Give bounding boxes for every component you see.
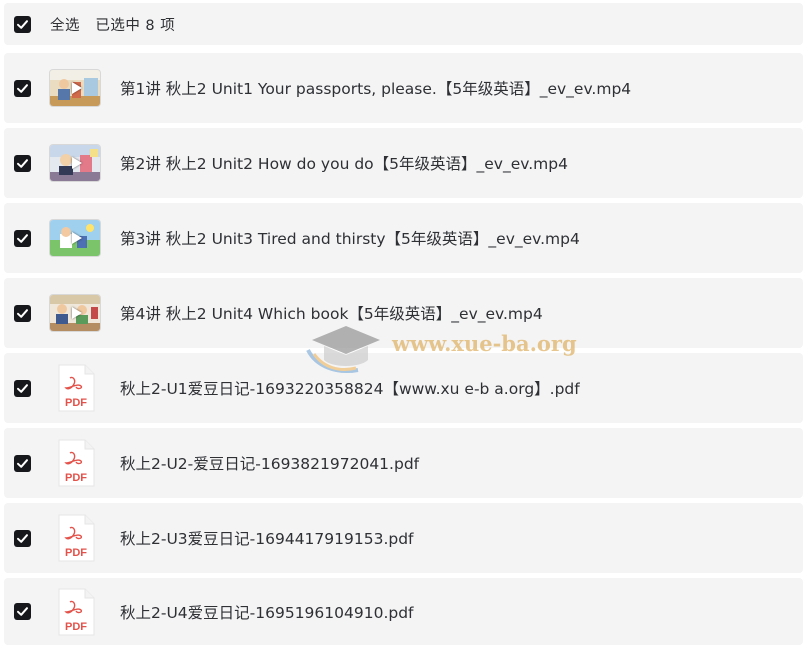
pdf-icon-label: PDF <box>65 472 87 484</box>
play-icon <box>72 307 82 319</box>
selection-summary: 全选 已选中 8 项 <box>50 14 175 35</box>
file-checkbox[interactable] <box>14 379 31 397</box>
file-checkbox[interactable] <box>14 454 31 472</box>
pdf-icon-label: PDF <box>65 621 87 633</box>
file-row-pdf[interactable]: PDF 秋上2-U1爱豆日记-1693220358824【www.xu e-b … <box>4 353 803 423</box>
select-all-checkbox[interactable] <box>14 15 31 33</box>
pdf-file-icon: PDF <box>58 364 95 412</box>
file-name[interactable]: 秋上2-U4爱豆日记-1695196104910.pdf <box>120 601 414 623</box>
file-name[interactable]: 第1讲 秋上2 Unit1 Your passports, please.【5年… <box>120 77 631 99</box>
video-thumbnail <box>50 70 100 106</box>
file-checkbox[interactable] <box>14 79 31 97</box>
pdf-file-icon: PDF <box>58 514 95 562</box>
checkmark-icon <box>17 308 28 318</box>
checkmark-icon <box>17 158 28 168</box>
checkmark-icon <box>17 458 28 468</box>
checkmark-icon <box>17 383 28 393</box>
file-name[interactable]: 第2讲 秋上2 Unit2 How do you do【5年级英语】_ev_ev… <box>120 152 568 174</box>
play-icon <box>72 157 82 169</box>
checkmark-icon <box>17 607 28 616</box>
file-row-video[interactable]: 第2讲 秋上2 Unit2 How do you do【5年级英语】_ev_ev… <box>4 128 803 198</box>
checkmark-icon <box>17 533 28 543</box>
select-all-row[interactable]: 全选 已选中 8 项 <box>4 3 803 45</box>
selected-count-text: 已选中 8 项 <box>95 17 176 34</box>
checkmark-icon <box>17 233 28 243</box>
checkmark-icon <box>17 83 28 93</box>
file-checkbox[interactable] <box>14 154 31 172</box>
file-row-pdf[interactable]: PDF 秋上2-U2-爱豆日记-1693821972041.pdf <box>4 428 803 498</box>
pdf-file-icon: PDF <box>58 588 95 635</box>
select-all-label: 全选 <box>50 17 80 34</box>
file-name[interactable]: 秋上2-U3爱豆日记-1694417919153.pdf <box>120 527 414 549</box>
file-row-video[interactable]: 第1讲 秋上2 Unit1 Your passports, please.【5年… <box>4 53 803 123</box>
video-thumbnail <box>50 295 100 331</box>
file-row-video[interactable]: 第3讲 秋上2 Unit3 Tired and thirsty【5年级英语】_e… <box>4 203 803 273</box>
play-icon <box>72 232 82 244</box>
video-thumbnail <box>50 145 100 181</box>
file-checkbox[interactable] <box>14 304 31 322</box>
file-checkbox[interactable] <box>14 603 31 620</box>
file-selection-list: 全选 已选中 8 项 第1讲 秋上2 Unit1 Your passports,… <box>4 3 803 645</box>
pdf-icon-label: PDF <box>65 397 87 409</box>
pdf-file-icon: PDF <box>58 439 95 487</box>
file-row-pdf[interactable]: PDF 秋上2-U3爱豆日记-1694417919153.pdf <box>4 503 803 573</box>
file-row-video[interactable]: 第4讲 秋上2 Unit4 Which book【5年级英语】_ev_ev.mp… <box>4 278 803 348</box>
file-name[interactable]: 第4讲 秋上2 Unit4 Which book【5年级英语】_ev_ev.mp… <box>120 302 543 324</box>
play-icon <box>72 82 82 94</box>
file-name[interactable]: 第3讲 秋上2 Unit3 Tired and thirsty【5年级英语】_e… <box>120 227 580 249</box>
pdf-icon-label: PDF <box>65 547 87 559</box>
file-checkbox[interactable] <box>14 229 31 247</box>
file-name[interactable]: 秋上2-U1爱豆日记-1693220358824【www.xu e-b a.or… <box>120 377 580 399</box>
checkmark-icon <box>17 19 28 29</box>
file-name[interactable]: 秋上2-U2-爱豆日记-1693821972041.pdf <box>120 452 419 474</box>
file-row-pdf[interactable]: PDF 秋上2-U4爱豆日记-1695196104910.pdf <box>4 578 803 645</box>
file-checkbox[interactable] <box>14 529 31 547</box>
video-thumbnail <box>50 220 100 256</box>
